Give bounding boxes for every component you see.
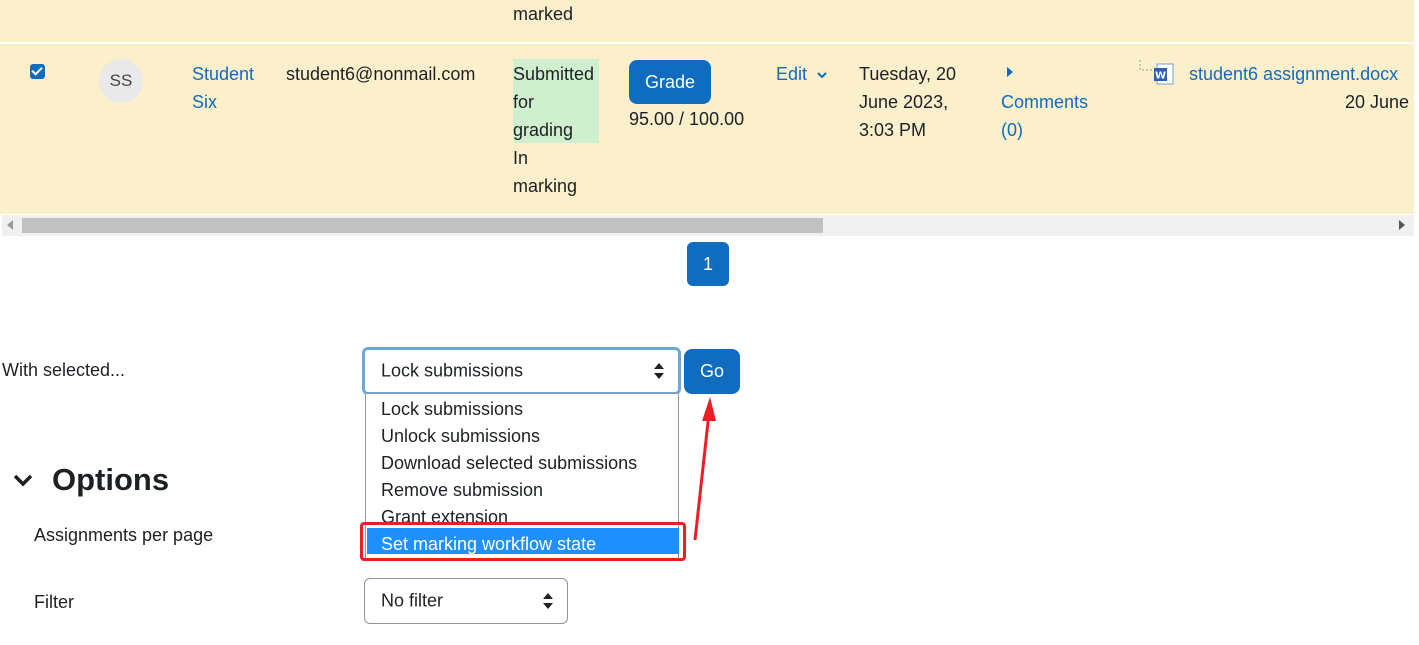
annotation-arrow-icon bbox=[693, 397, 716, 541]
status-line: Submitted bbox=[513, 64, 595, 84]
filter-label: Filter bbox=[34, 592, 74, 612]
bulk-action-selected-value: Lock submissions bbox=[381, 360, 524, 381]
comments-link[interactable]: Comments (0) bbox=[1001, 88, 1088, 144]
filter-selected-value: No filter bbox=[381, 590, 444, 611]
student-name-line[interactable]: Student bbox=[192, 60, 254, 88]
modified-line: Tuesday, 20 bbox=[859, 64, 957, 84]
chevron-down-icon[interactable] bbox=[12, 472, 34, 488]
student-email: student6@nonmail.com bbox=[286, 64, 476, 84]
modified-line: 3:03 PM bbox=[859, 120, 927, 140]
edit-menu[interactable]: Edit bbox=[776, 60, 828, 88]
student-name-line[interactable]: Six bbox=[192, 88, 254, 116]
options-heading[interactable]: Options bbox=[52, 460, 169, 500]
comments-count[interactable]: (0) bbox=[1001, 116, 1088, 144]
status-line: for bbox=[513, 92, 535, 112]
bulk-action-select[interactable]: Lock submissions bbox=[362, 347, 681, 395]
go-button[interactable]: Go bbox=[684, 349, 740, 394]
chevron-down-icon bbox=[817, 72, 827, 79]
option-unlock-submissions[interactable]: Unlock submissions bbox=[381, 425, 540, 447]
scroll-right-icon[interactable] bbox=[1399, 220, 1405, 230]
grade-button[interactable]: Grade bbox=[629, 60, 711, 104]
page-button-current[interactable]: 1 bbox=[687, 242, 729, 286]
modified-line: June 2023, bbox=[859, 92, 949, 112]
row-checkbox[interactable] bbox=[30, 64, 45, 79]
sort-arrows-icon bbox=[543, 593, 553, 609]
svg-text:W: W bbox=[1155, 71, 1166, 82]
with-selected-label: With selected... bbox=[2, 360, 126, 380]
scrollbar-thumb[interactable] bbox=[22, 218, 823, 233]
edit-label[interactable]: Edit bbox=[776, 64, 807, 84]
last-modified: Tuesday, 20 June 2023, 3:03 PM bbox=[859, 60, 956, 144]
filter-select[interactable]: No filter bbox=[364, 578, 568, 624]
option-remove-submission[interactable]: Remove submission bbox=[381, 479, 543, 501]
status-line: In bbox=[513, 148, 529, 168]
file-link[interactable]: student6 assignment.docx bbox=[1189, 60, 1398, 88]
status-text: marked bbox=[513, 4, 574, 24]
file-date: 20 June bbox=[1345, 92, 1410, 112]
grade-value: 95.00 / 100.00 bbox=[629, 109, 745, 129]
option-download-selected[interactable]: Download selected submissions bbox=[381, 452, 637, 474]
avatar[interactable]: SS bbox=[99, 59, 143, 103]
per-page-label: Assignments per page bbox=[34, 525, 214, 545]
scroll-left-icon[interactable] bbox=[7, 220, 13, 230]
annotation-highlight-box bbox=[360, 522, 686, 561]
status-line: marking bbox=[513, 176, 578, 196]
table-row-previous bbox=[0, 0, 1414, 42]
student-name-link[interactable]: Student Six bbox=[192, 60, 254, 116]
comments-label[interactable]: Comments bbox=[1001, 88, 1088, 116]
word-document-icon: W bbox=[1154, 63, 1174, 85]
caret-right-icon[interactable] bbox=[1006, 66, 1014, 78]
option-lock-submissions[interactable]: Lock submissions bbox=[381, 398, 523, 420]
status-cell: Submitted for grading In marking bbox=[513, 60, 594, 200]
status-line: grading bbox=[513, 120, 574, 140]
sort-arrows-icon bbox=[654, 363, 664, 379]
